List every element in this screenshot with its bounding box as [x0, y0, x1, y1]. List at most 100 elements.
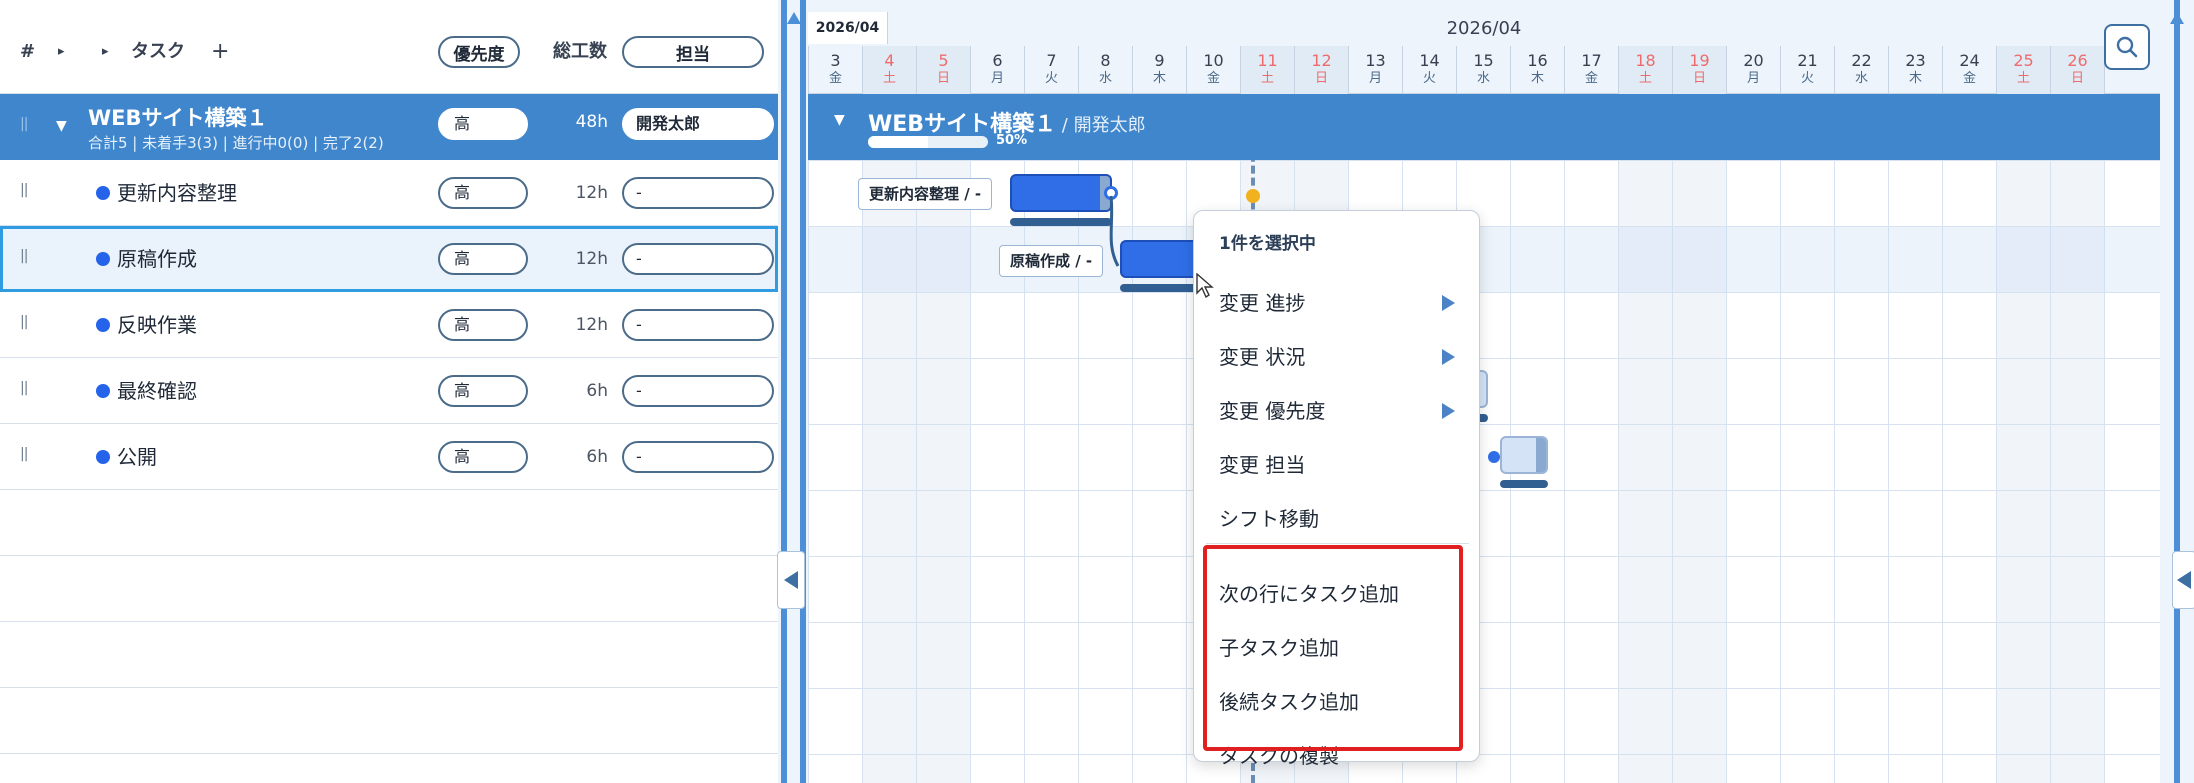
expand-level2-button[interactable]: ▸: [102, 38, 109, 66]
drag-handle-icon[interactable]: ||: [20, 314, 30, 334]
assignee-select[interactable]: -: [622, 441, 774, 473]
gantt-group-row[interactable]: ▼ WEBサイト構築１ / 開発太郎 50%: [808, 94, 2160, 160]
task-bar[interactable]: [1010, 174, 1112, 212]
priority-filter-button[interactable]: 優先度: [438, 36, 520, 68]
day-column[interactable]: [1834, 94, 1888, 783]
row-divider: [808, 688, 2160, 689]
weekday-label: 火: [1044, 71, 1058, 86]
day-column[interactable]: [2104, 94, 2158, 783]
menu-item-label: 後続タスク追加: [1219, 690, 1359, 714]
day-column[interactable]: [1672, 94, 1726, 783]
weekday-label: 土: [1638, 71, 1652, 86]
day-column[interactable]: [1564, 94, 1618, 783]
day-column[interactable]: [1942, 94, 1996, 783]
task-row[interactable]: || 反映作業 高 12h -: [0, 292, 778, 358]
row-divider: [808, 424, 2160, 425]
menu-item-add-task-next-row[interactable]: 次の行にタスク追加: [1194, 569, 1481, 619]
menu-item-shift[interactable]: シフト移動: [1194, 494, 1481, 544]
menu-item-change-assignee[interactable]: 変更 担当: [1194, 440, 1481, 490]
task-row-selected[interactable]: || 原稿作成 高 12h -: [0, 226, 778, 292]
collapse-left-pane-button[interactable]: [777, 551, 805, 609]
assignee-filter-button[interactable]: 担当: [622, 36, 764, 68]
group-progress-bar: [868, 136, 988, 148]
collapse-right-pane-button[interactable]: [2172, 551, 2194, 609]
task-row[interactable]: || 最終確認 高 6h -: [0, 358, 778, 424]
task-hours: 6h: [586, 447, 608, 467]
day-number: 26: [2067, 51, 2088, 70]
day-column[interactable]: [1996, 94, 2050, 783]
menu-item-change-progress[interactable]: 変更 進捗: [1194, 278, 1481, 328]
menu-item-label: 変更 優先度: [1219, 399, 1326, 423]
today-marker: [1246, 189, 1260, 203]
scroll-bar[interactable]: [2174, 0, 2180, 783]
task-name[interactable]: 公開: [117, 443, 157, 471]
task-row[interactable]: || 公開 高 6h -: [0, 424, 778, 490]
expand-level1-button[interactable]: ▸: [58, 38, 65, 66]
row-divider: [808, 556, 2160, 557]
task-bar[interactable]: [1500, 436, 1548, 474]
submenu-arrow-icon: [1442, 295, 1455, 311]
day-header-cell: 26 日: [2050, 46, 2104, 94]
priority-select[interactable]: 高: [438, 441, 528, 473]
task-bar-selected[interactable]: [1120, 240, 1200, 278]
weekday-label: 月: [990, 71, 1004, 86]
splitter-bar[interactable]: [800, 0, 806, 783]
day-number: 17: [1581, 51, 1602, 70]
assignee-select[interactable]: -: [622, 375, 774, 407]
task-name[interactable]: 更新内容整理: [117, 179, 237, 207]
priority-select[interactable]: 高: [438, 108, 528, 140]
drag-handle-icon[interactable]: ||: [20, 248, 30, 268]
resize-handle[interactable]: [1536, 438, 1546, 472]
day-header-cell: 8水: [1078, 46, 1132, 94]
drag-handle-icon[interactable]: ||: [20, 380, 30, 400]
menu-item-duplicate-task[interactable]: タスクの複製: [1194, 731, 1481, 781]
drag-handle-icon[interactable]: ||: [20, 116, 30, 136]
bar-label: 更新内容整理 / -: [858, 178, 993, 210]
assignee-select[interactable]: -: [622, 243, 774, 275]
day-column[interactable]: [1132, 94, 1186, 783]
search-button[interactable]: [2104, 24, 2150, 70]
task-name[interactable]: 反映作業: [117, 311, 197, 339]
day-column[interactable]: [2050, 94, 2104, 783]
add-task-button[interactable]: +: [211, 38, 229, 66]
day-column[interactable]: [1618, 94, 1672, 783]
day-header-cell: 4土: [862, 46, 916, 94]
task-row[interactable]: || 更新内容整理 高 12h -: [0, 160, 778, 226]
day-number: 9: [1154, 51, 1165, 70]
day-header-cell: 6月: [970, 46, 1024, 94]
priority-select[interactable]: 高: [438, 375, 528, 407]
collapse-caret-icon[interactable]: ▼: [56, 118, 67, 134]
priority-select[interactable]: 高: [438, 309, 528, 341]
menu-item-change-status[interactable]: 変更 状況: [1194, 332, 1481, 382]
pane-splitter[interactable]: [777, 0, 808, 783]
group-row[interactable]: || ▼ WEBサイト構築１ 合計5 | 未着手3(3) | 進行中0(0) |…: [0, 94, 778, 160]
task-name[interactable]: 原稿作成: [117, 245, 197, 273]
right-scroll-rail[interactable]: [2160, 0, 2194, 783]
assignee-select[interactable]: -: [622, 177, 774, 209]
splitter-bar[interactable]: [781, 0, 787, 783]
priority-select[interactable]: 高: [438, 177, 528, 209]
link-handle-icon[interactable]: [1488, 451, 1500, 463]
triangle-up-icon[interactable]: [787, 12, 801, 24]
day-column[interactable]: [808, 94, 862, 783]
priority-select[interactable]: 高: [438, 243, 528, 275]
assignee-select[interactable]: 開発太郎: [622, 108, 774, 140]
day-number: 19: [1689, 51, 1710, 70]
day-column[interactable]: [1888, 94, 1942, 783]
collapse-caret-icon[interactable]: ▼: [834, 112, 845, 128]
column-effort-header: 総工数: [553, 41, 607, 62]
menu-item-add-successor-task[interactable]: 後続タスク追加: [1194, 677, 1481, 727]
drag-handle-icon[interactable]: ||: [20, 446, 30, 466]
triangle-up-icon[interactable]: [2170, 12, 2184, 24]
day-header-cell: 20 月: [1726, 46, 1780, 94]
progress-subbar: [1120, 284, 1200, 292]
day-column[interactable]: [1780, 94, 1834, 783]
task-name[interactable]: 最終確認: [117, 377, 197, 405]
weekday-label: 日: [1692, 71, 1706, 86]
menu-item-change-priority[interactable]: 変更 優先度: [1194, 386, 1481, 436]
drag-handle-icon[interactable]: ||: [20, 182, 30, 202]
day-column[interactable]: [1726, 94, 1780, 783]
search-icon: [2116, 36, 2138, 58]
menu-item-add-child-task[interactable]: 子タスク追加: [1194, 623, 1481, 673]
assignee-select[interactable]: -: [622, 309, 774, 341]
